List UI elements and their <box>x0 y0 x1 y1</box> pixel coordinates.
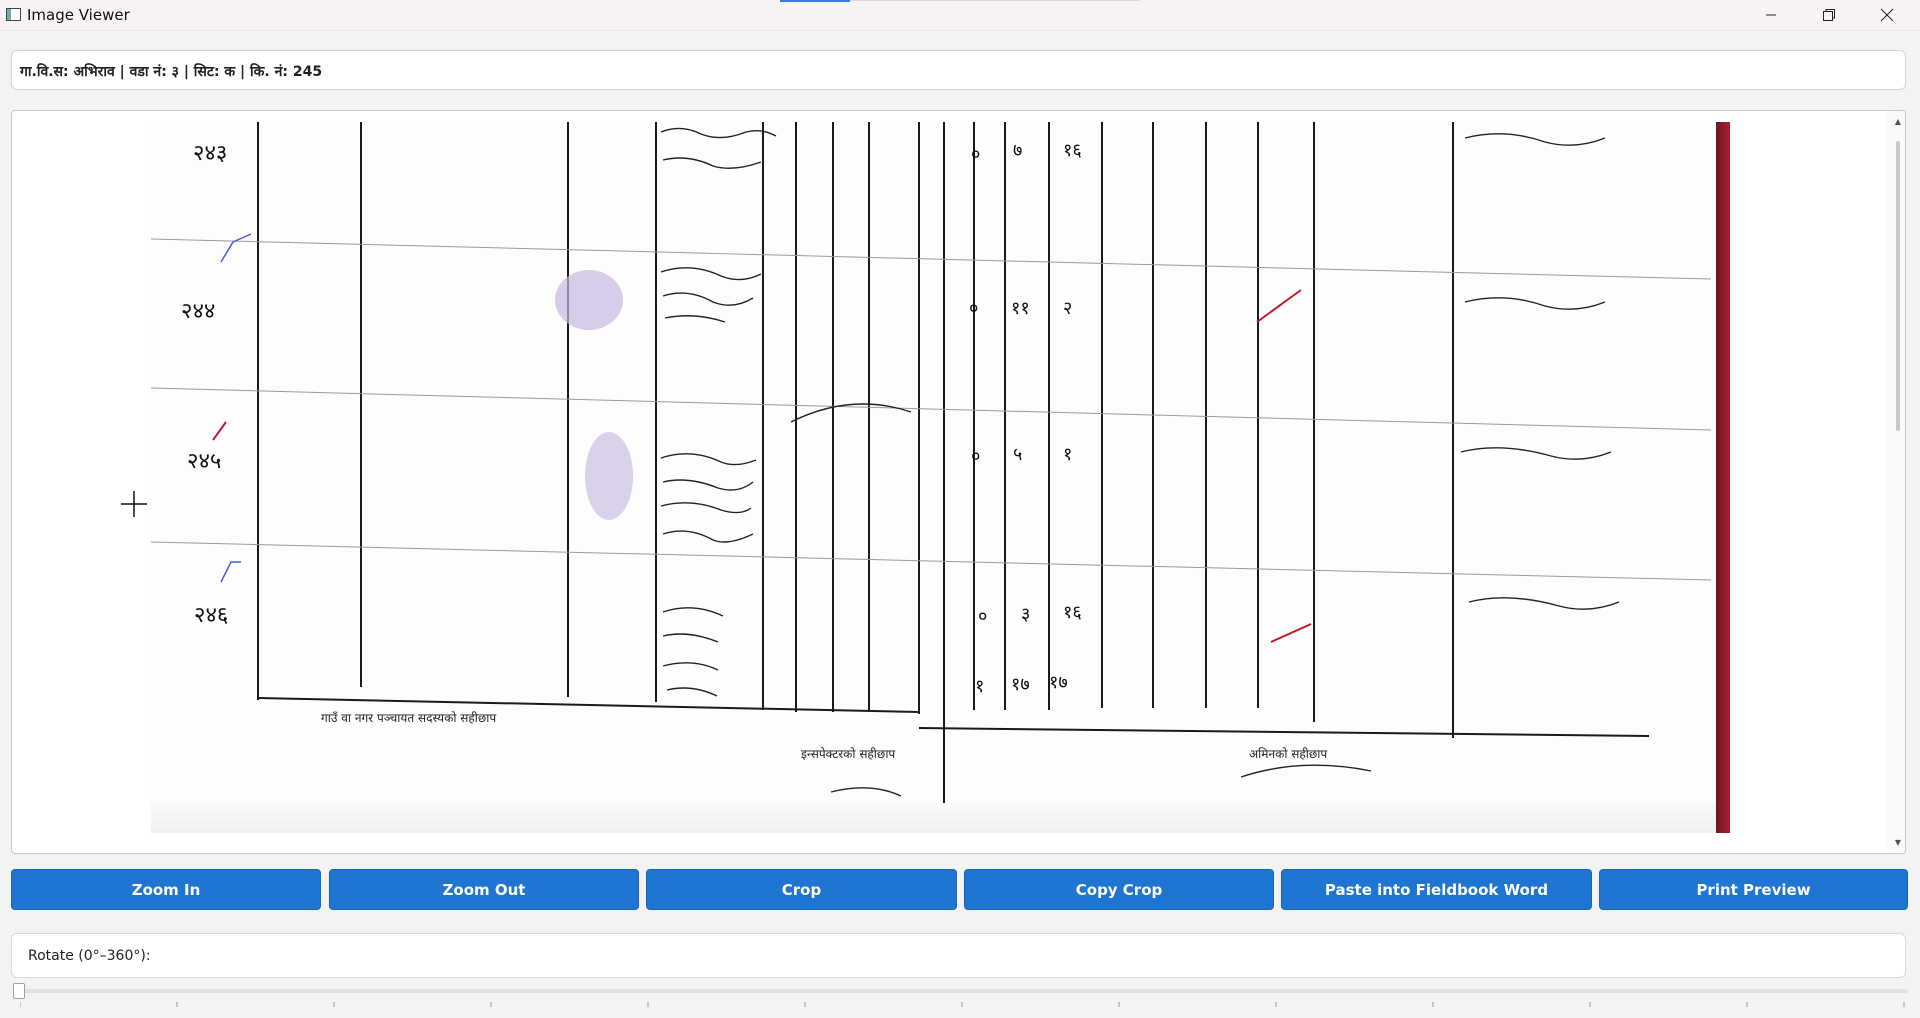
parcel-info-field: गा.वि.स: अभिराव | वडा नं: ३ | सिट: क | क… <box>11 50 1906 90</box>
svg-text:१७: १७ <box>1049 672 1068 693</box>
vertical-scrollbar[interactable]: ▲ ▼ <box>1887 111 1905 853</box>
minimize-button[interactable] <box>1742 0 1800 30</box>
paste-into-fieldbook-word-button[interactable]: Paste into Fieldbook Word <box>1281 869 1592 910</box>
svg-text:११: ११ <box>1011 298 1030 319</box>
svg-text:०: ० <box>969 298 978 319</box>
close-button[interactable] <box>1858 0 1916 30</box>
window-title: Image Viewer <box>27 6 130 24</box>
svg-text:२४६: २४६ <box>194 603 228 628</box>
zoom-out-button[interactable]: Zoom Out <box>329 869 639 910</box>
svg-text:इन्सपेक्टरको सहीछाप: इन्सपेक्टरको सहीछाप <box>801 747 895 761</box>
crop-button[interactable]: Crop <box>646 869 957 910</box>
crosshair-icon <box>121 491 147 517</box>
scanned-fieldbook-image[interactable]: २४३ २४४ २४५ २४६ ० ७ १६ ० ११ २ ० ५ १ ० ३ … <box>150 122 1730 833</box>
svg-text:७: ७ <box>1013 140 1022 161</box>
svg-text:२४५: २४५ <box>187 449 221 474</box>
image-viewer-panel[interactable]: २४३ २४४ २४५ २४६ ० ७ १६ ० ११ २ ० ५ १ ० ३ … <box>11 110 1906 854</box>
print-preview-button[interactable]: Print Preview <box>1599 869 1908 910</box>
svg-text:०: ० <box>971 144 980 165</box>
scroll-down-icon[interactable]: ▼ <box>1895 838 1901 847</box>
fieldbook-scan-graphic: २४३ २४४ २४५ २४६ ० ७ १६ ० ११ २ ० ५ १ ० ३ … <box>150 122 1712 833</box>
svg-text:२४४: २४४ <box>181 299 215 324</box>
svg-text:गाउँ वा नगर पञ्चायत सदस्यको सह: गाउँ वा नगर पञ्चायत सदस्यको सहीछाप <box>321 711 496 725</box>
rotate-slider-ticks <box>20 1002 1905 1007</box>
svg-text:३: ३ <box>1021 604 1030 625</box>
tab-indicator <box>780 0 850 2</box>
svg-text:१६: १६ <box>1063 602 1082 623</box>
svg-text:१: १ <box>1063 444 1072 465</box>
svg-text:०: ० <box>978 606 987 627</box>
app-icon <box>6 8 21 21</box>
scrollbar-thumb[interactable] <box>1896 141 1900 431</box>
svg-text:अमिनको सहीछाप: अमिनको सहीछाप <box>1249 747 1327 761</box>
minimize-icon <box>1766 14 1776 16</box>
close-icon <box>1880 8 1894 22</box>
svg-text:१७: १७ <box>1011 674 1030 695</box>
rotate-slider-handle[interactable] <box>13 983 25 999</box>
svg-text:१: १ <box>975 676 984 697</box>
parcel-info-text: गा.वि.स: अभिराव | वडा नं: ३ | सिट: क | क… <box>20 64 323 80</box>
svg-text:५: ५ <box>1013 444 1022 465</box>
svg-text:२: २ <box>1063 298 1072 319</box>
scan-bottom-edge <box>151 803 1730 833</box>
scroll-up-icon[interactable]: ▲ <box>1895 117 1901 126</box>
svg-text:१६: १६ <box>1063 140 1082 161</box>
rotate-slider-track[interactable] <box>20 989 1908 993</box>
zoom-in-button[interactable]: Zoom In <box>11 869 321 910</box>
rotate-panel: Rotate (0°–360°): <box>11 933 1906 978</box>
tab-divider <box>850 0 1140 1</box>
copy-crop-button[interactable]: Copy Crop <box>964 869 1274 910</box>
restore-icon <box>1823 9 1835 21</box>
title-bar: Image Viewer <box>0 0 1920 31</box>
rotate-label: Rotate (0°–360°): <box>28 948 151 964</box>
scan-red-edge <box>1716 122 1730 833</box>
restore-button[interactable] <box>1800 0 1858 30</box>
svg-text:२४३: २४३ <box>193 141 227 166</box>
svg-text:०: ० <box>971 446 980 467</box>
